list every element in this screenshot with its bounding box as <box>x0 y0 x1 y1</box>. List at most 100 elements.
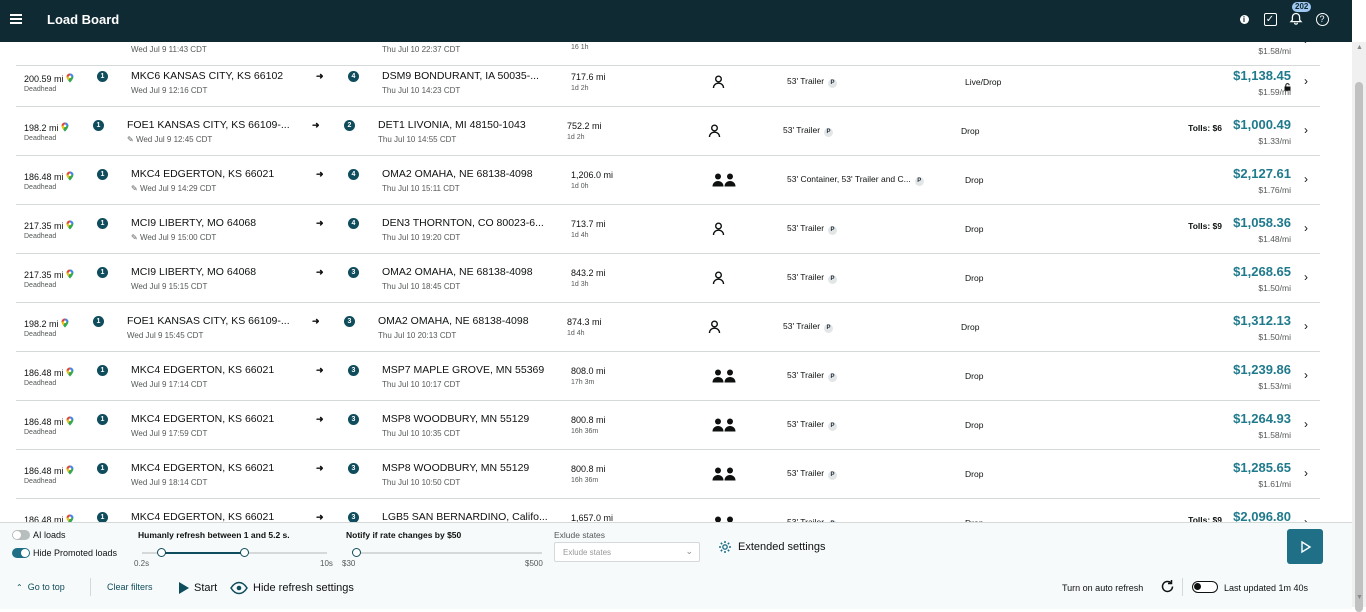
load-price[interactable]: $1,285.65 <box>1233 460 1291 475</box>
refresh-min-handle[interactable] <box>156 548 166 557</box>
chevron-right-icon[interactable]: › <box>1304 515 1308 522</box>
scroll-up-arrow-icon[interactable]: ▲ <box>1356 44 1363 51</box>
start-button[interactable]: Start <box>178 581 217 595</box>
destination-city[interactable]: MSP7 MAPLE GROVE, MN 55369 <box>382 364 544 376</box>
driver-type <box>712 369 736 388</box>
chevron-right-icon[interactable]: › <box>1304 466 1308 480</box>
arrow-right-icon: ➜ <box>316 463 324 473</box>
deadhead-label: Deadhead <box>24 331 57 338</box>
load-price[interactable]: $1,239.86 <box>1233 362 1291 377</box>
chevron-right-icon[interactable]: › <box>1304 221 1308 235</box>
google-maps-pin-icon[interactable] <box>64 416 74 427</box>
chevron-right-icon[interactable]: › <box>1304 368 1308 382</box>
rate-per-mile: $1.76/mi <box>1258 185 1291 195</box>
chevron-right-icon[interactable]: › <box>1304 319 1308 333</box>
destination-city[interactable]: MSP8 WOODBURY, MN 55129 <box>382 413 529 425</box>
origin-city[interactable]: MCI9 LIBERTY, MO 64068 <box>131 217 256 229</box>
destination-time: Thu Jul 10 10:17 CDT <box>382 380 461 389</box>
origin-city[interactable]: MKC6 KANSAS CITY, KS 66102 <box>131 70 283 82</box>
google-maps-pin-icon[interactable] <box>64 514 74 522</box>
play-button[interactable] <box>1287 529 1323 564</box>
google-maps-pin-icon[interactable] <box>64 465 74 476</box>
info-icon[interactable]: i <box>1236 11 1252 27</box>
refresh-range-slider[interactable] <box>142 547 327 559</box>
google-maps-pin-icon[interactable] <box>64 367 74 378</box>
notifications-bell-icon[interactable]: 202 <box>1288 2 1312 27</box>
load-price[interactable]: $1,058.36 <box>1233 215 1291 230</box>
destination-city[interactable]: DSM9 BONDURANT, IA 50035-... <box>382 70 539 82</box>
load-price[interactable]: $1,138.45 <box>1233 68 1291 83</box>
notify-rate-handle[interactable] <box>352 548 361 557</box>
help-icon[interactable]: ? <box>1314 11 1330 27</box>
load-price[interactable]: $1,268.65 <box>1233 264 1291 279</box>
clear-filters-link[interactable]: Clear filters <box>107 582 153 592</box>
play-icon <box>1301 540 1312 553</box>
google-maps-pin-icon[interactable] <box>59 318 69 329</box>
origin-city[interactable]: MKC4 EDGERTON, KS 66021 <box>131 168 274 180</box>
chevron-right-icon[interactable]: › <box>1304 172 1308 186</box>
gear-icon <box>719 541 731 553</box>
origin-city[interactable]: FOE1 KANSAS CITY, KS 66109-... <box>127 119 290 131</box>
exclude-states-select[interactable]: Exlude states ⌄ <box>554 542 700 562</box>
refresh-icon[interactable] <box>1160 579 1175 599</box>
hide-refresh-settings-button[interactable]: Hide refresh settings <box>230 581 354 595</box>
auto-refresh-toggle[interactable] <box>1192 581 1218 593</box>
origin-city[interactable]: MKC4 EDGERTON, KS 66021 <box>131 364 274 376</box>
origin-city[interactable]: FOE1 KANSAS CITY, KS 66109-... <box>127 315 290 327</box>
load-row[interactable]: 186.48 mi Deadhead 1 MKC4 EDGERTON, KS 6… <box>16 401 1320 450</box>
load-row[interactable]: 217.35 mi Deadhead 1 MCI9 LIBERTY, MO 64… <box>16 205 1320 254</box>
load-row[interactable]: 198.2 mi Deadhead 1 FOE1 KANSAS CITY, KS… <box>16 303 1320 352</box>
destination-city[interactable]: LGB5 SAN BERNARDINO, Califo... <box>382 511 548 522</box>
destination-city[interactable]: DET1 LIVONIA, MI 48150-1043 <box>378 119 526 131</box>
destination-city[interactable]: OMA2 OMAHA, NE 68138-4098 <box>378 315 529 327</box>
google-maps-pin-icon[interactable] <box>59 122 69 133</box>
top-bar: Load Board i ✓ 202 ? <box>0 0 1352 42</box>
load-price[interactable]: $1,000.49 <box>1233 117 1291 132</box>
hamburger-menu-icon[interactable] <box>10 14 22 24</box>
chevron-right-icon[interactable]: › <box>1304 74 1308 88</box>
destination-city[interactable]: MSP8 WOODBURY, MN 55129 <box>382 462 529 474</box>
origin-city[interactable]: MCI9 LIBERTY, MO 64068 <box>131 266 256 278</box>
scroll-down-arrow-icon[interactable]: ▼ <box>1356 594 1363 601</box>
load-row[interactable]: 217.35 mi Deadhead 1 MCI9 LIBERTY, MO 64… <box>16 254 1320 303</box>
extended-settings-button[interactable]: Extended settings <box>718 539 825 555</box>
trip-duration: 1d 2h <box>571 85 589 92</box>
origin-city[interactable]: MKC4 EDGERTON, KS 66021 <box>131 462 274 474</box>
notify-rate-slider[interactable] <box>352 547 542 559</box>
load-row[interactable]: 186.48 mi 1 MKC4 EDGERTON, KS 66021 ➜ 3 … <box>16 499 1320 522</box>
load-row[interactable]: 186.48 mi Deadhead 1 MKC4 EDGERTON, KS 6… <box>16 352 1320 401</box>
google-maps-pin-icon[interactable] <box>64 220 74 231</box>
origin-city[interactable]: MKC4 EDGERTON, KS 66021 <box>131 511 274 522</box>
destination-city[interactable]: DEN3 THORNTON, CO 80023-6... <box>382 217 544 229</box>
chevron-right-icon[interactable]: › <box>1304 123 1308 137</box>
load-price[interactable]: $1,312.13 <box>1233 313 1291 328</box>
load-row[interactable]: 200.59 mi Deadhead 1 MKC6 KANSAS CITY, K… <box>16 58 1320 107</box>
origin-time: ✎ Wed Jul 9 15:00 CDT <box>131 233 217 242</box>
google-maps-pin-icon[interactable] <box>64 73 74 84</box>
go-to-top-link[interactable]: ⌃ Go to top <box>16 582 65 592</box>
load-row[interactable]: 198.2 mi Deadhead 1 FOE1 KANSAS CITY, KS… <box>16 107 1320 156</box>
ai-loads-toggle[interactable] <box>12 530 30 540</box>
load-price[interactable]: $2,096.80 <box>1233 509 1291 522</box>
hide-promoted-toggle[interactable] <box>12 548 30 558</box>
load-price[interactable]: $1,264.93 <box>1233 411 1291 426</box>
google-maps-pin-icon[interactable] <box>64 269 74 280</box>
load-price[interactable]: $2,127.61 <box>1233 166 1291 181</box>
load-row[interactable]: 186.48 mi Deadhead 1 MKC4 EDGERTON, KS 6… <box>16 450 1320 499</box>
rate-per-mile: $1.61/mi <box>1258 479 1291 489</box>
scrollbar[interactable]: ▲ ▼ <box>1352 42 1366 612</box>
destination-city[interactable]: OMA2 OMAHA, NE 68138-4098 <box>382 168 533 180</box>
checklist-icon[interactable]: ✓ <box>1262 11 1278 27</box>
google-maps-pin-icon[interactable] <box>64 171 74 182</box>
hide-promoted-label: Hide Promoted loads <box>33 548 118 558</box>
origin-city[interactable]: MKC4 EDGERTON, KS 66021 <box>131 413 274 425</box>
deadhead-distance: 186.48 mi <box>24 416 74 427</box>
start-label: Start <box>194 582 218 594</box>
load-row[interactable]: 186.48 mi Deadhead 1 MKC4 EDGERTON, KS 6… <box>16 156 1320 205</box>
chevron-right-icon[interactable]: › <box>1304 417 1308 431</box>
refresh-max-handle[interactable] <box>239 548 249 557</box>
chevron-right-icon[interactable]: › <box>1304 270 1308 284</box>
chevron-right-icon[interactable]: › <box>1304 42 1308 47</box>
scrollbar-thumb[interactable] <box>1355 82 1363 612</box>
destination-city[interactable]: OMA2 OMAHA, NE 68138-4098 <box>382 266 533 278</box>
